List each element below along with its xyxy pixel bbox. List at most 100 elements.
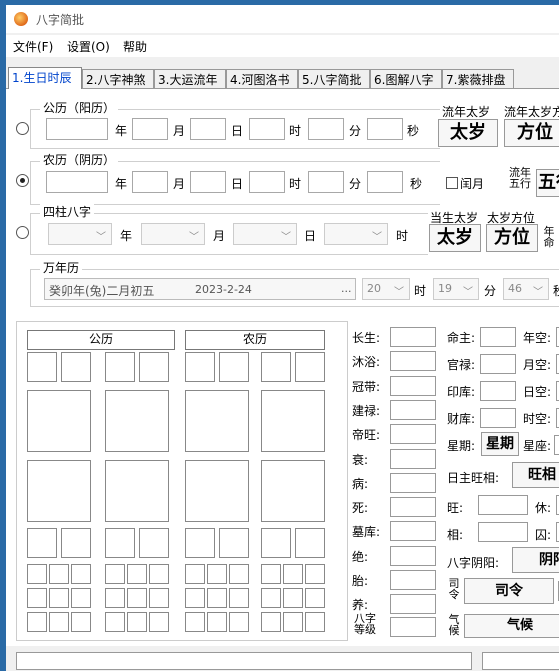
- pillar-detail-cell: [49, 564, 69, 584]
- calendar-minute-label: 分: [484, 284, 497, 298]
- birth-taisui-button[interactable]: 太岁: [429, 224, 481, 252]
- lunar-hour-input[interactable]: [249, 171, 285, 193]
- lunar-radio[interactable]: [16, 174, 29, 187]
- lunar-day-input[interactable]: [190, 171, 226, 193]
- flow-year-direction-button[interactable]: 方位: [504, 119, 559, 147]
- lunar-day-label: 日: [231, 177, 244, 191]
- tab-bazi-shensha[interactable]: 2.八字神煞: [82, 69, 154, 88]
- tab-tujie-bazi[interactable]: 6.图解八字: [370, 69, 442, 88]
- pillar-hidden-box: [61, 528, 91, 558]
- lunar-column-header: 农历: [185, 330, 325, 350]
- tab-hetu-luoshu[interactable]: 4.河图洛书: [226, 69, 298, 88]
- menu-bar: 文件(F) 设置(O) 帮助: [6, 35, 559, 57]
- gregorian-minute-input[interactable]: [308, 118, 344, 140]
- calendar-group-title: 万年历: [40, 259, 83, 276]
- gregorian-second-input[interactable]: [367, 118, 403, 140]
- tab-bazi-jianpi[interactable]: 5.八字简批: [298, 69, 370, 88]
- gregorian-month-input[interactable]: [132, 118, 168, 140]
- menu-settings[interactable]: 设置(O): [67, 38, 110, 55]
- status-bar: [6, 646, 559, 671]
- gregorian-group-title: 公历（阳历）: [40, 99, 119, 116]
- leap-month-label: 闰月: [460, 177, 485, 191]
- chevron-down-icon: ﹀: [394, 287, 404, 298]
- bazi-yinyang-label: 八字阴阳:: [447, 556, 500, 570]
- pillar-small-box: [105, 352, 135, 382]
- info-left-box: [480, 327, 516, 347]
- pillar-hour-select[interactable]: ﹀: [324, 223, 388, 245]
- lunar-year-input[interactable]: [46, 171, 108, 193]
- zodiac-sign-label: 星座:: [523, 439, 552, 453]
- info-left-box: [480, 381, 516, 401]
- menu-help[interactable]: 帮助: [123, 38, 147, 55]
- bazi-yinyang-button[interactable]: 阴阳: [512, 547, 559, 573]
- pillar-detail-cell: [283, 588, 303, 608]
- qihou-label: 气候: [448, 613, 460, 637]
- pillar-day-label: 日: [304, 229, 317, 243]
- calendar-more-button[interactable]: ...: [341, 282, 352, 295]
- calendar-lunar-date: 癸卯年(兔)二月初五: [49, 284, 155, 298]
- pillar-hidden-box: [261, 528, 291, 558]
- lunar-hour-label: 时: [289, 177, 302, 191]
- calendar-second-select[interactable]: 46 ﹀: [503, 278, 549, 300]
- pillar-month-select[interactable]: ﹀: [141, 223, 205, 245]
- birth-direction-button[interactable]: 方位: [486, 224, 538, 252]
- weekday-button[interactable]: 星期: [481, 432, 519, 456]
- pillar-stem-box: [261, 390, 325, 452]
- menu-file[interactable]: 文件(F): [13, 38, 53, 55]
- flow-year-taisui-direction-label: 流年太岁方: [504, 105, 559, 119]
- pillar-branch-box: [105, 460, 169, 522]
- flow-year-taisui-button[interactable]: 太岁: [438, 119, 498, 147]
- pillar-detail-cell: [305, 588, 325, 608]
- wang-box: [478, 495, 528, 515]
- pillar-detail-cell: [27, 612, 47, 632]
- tab-strip: 1.生日时辰 2.八字神煞 3.大运流年 4.河图洛书 5.八字简批 6.图解八…: [6, 67, 559, 89]
- leap-month-checkbox[interactable]: [446, 177, 458, 189]
- gregorian-hour-label: 时: [289, 124, 302, 138]
- stage-label: 衰:: [352, 452, 369, 467]
- tab-dayun-liunian[interactable]: 3.大运流年: [154, 69, 226, 88]
- day-master-strength-button[interactable]: 旺相: [512, 462, 559, 488]
- flow-year-wuxing-button[interactable]: 五行: [536, 169, 559, 197]
- lunar-month-input[interactable]: [132, 171, 168, 193]
- tab-birth-time[interactable]: 1.生日时辰: [8, 67, 82, 89]
- pillar-detail-cell: [127, 564, 147, 584]
- pillar-detail-cell: [229, 612, 249, 632]
- gregorian-hour-input[interactable]: [249, 118, 285, 140]
- info-right-label: 时空:: [523, 412, 552, 426]
- app-logo-icon: [14, 12, 28, 26]
- pillar-year-select[interactable]: ﹀: [48, 223, 112, 245]
- siling-button[interactable]: 司令: [464, 578, 554, 604]
- chevron-down-icon: ﹀: [281, 232, 291, 243]
- lunar-second-input[interactable]: [367, 171, 403, 193]
- pillar-detail-cell: [49, 588, 69, 608]
- calendar-date-field[interactable]: 癸卯年(兔)二月初五 2023-2-24 ...: [44, 278, 356, 300]
- gregorian-day-input[interactable]: [190, 118, 226, 140]
- lunar-month-label: 月: [173, 177, 186, 191]
- info-left-box: [480, 354, 516, 374]
- lunar-minute-input[interactable]: [308, 171, 344, 193]
- calendar-hour-select[interactable]: 20 ﹀: [362, 278, 410, 300]
- pillars-radio[interactable]: [16, 226, 29, 239]
- status-field-main: [16, 652, 472, 670]
- calendar-minute-select[interactable]: 19 ﹀: [433, 278, 479, 300]
- stage-label: 墓库:: [352, 525, 381, 540]
- pillar-detail-cell: [305, 564, 325, 584]
- app-window: 八字简批 文件(F) 设置(O) 帮助 1.生日时辰 2.八字神煞 3.大运流年…: [6, 5, 559, 671]
- stage-value-box: [390, 545, 436, 566]
- pillar-hour-label: 时: [396, 229, 409, 243]
- info-right-label: 日空:: [523, 385, 552, 399]
- qihou-button[interactable]: 气候: [464, 614, 559, 638]
- stage-value-box: [390, 521, 436, 542]
- pillar-small-box: [185, 352, 215, 382]
- stage-value-box: [390, 424, 436, 445]
- pillar-detail-cell: [27, 564, 47, 584]
- weekday-label: 星期:: [447, 439, 476, 453]
- pillar-day-select[interactable]: ﹀: [233, 223, 297, 245]
- gregorian-year-input[interactable]: [46, 118, 108, 140]
- lunar-second-label: 秒: [410, 177, 423, 191]
- gregorian-radio[interactable]: [16, 122, 29, 135]
- pillar-branch-box: [27, 460, 91, 522]
- pillar-detail-cell: [229, 564, 249, 584]
- tab-ziwei-paipan[interactable]: 7.紫薇排盘: [442, 69, 514, 88]
- pillar-detail-cell: [71, 612, 91, 632]
